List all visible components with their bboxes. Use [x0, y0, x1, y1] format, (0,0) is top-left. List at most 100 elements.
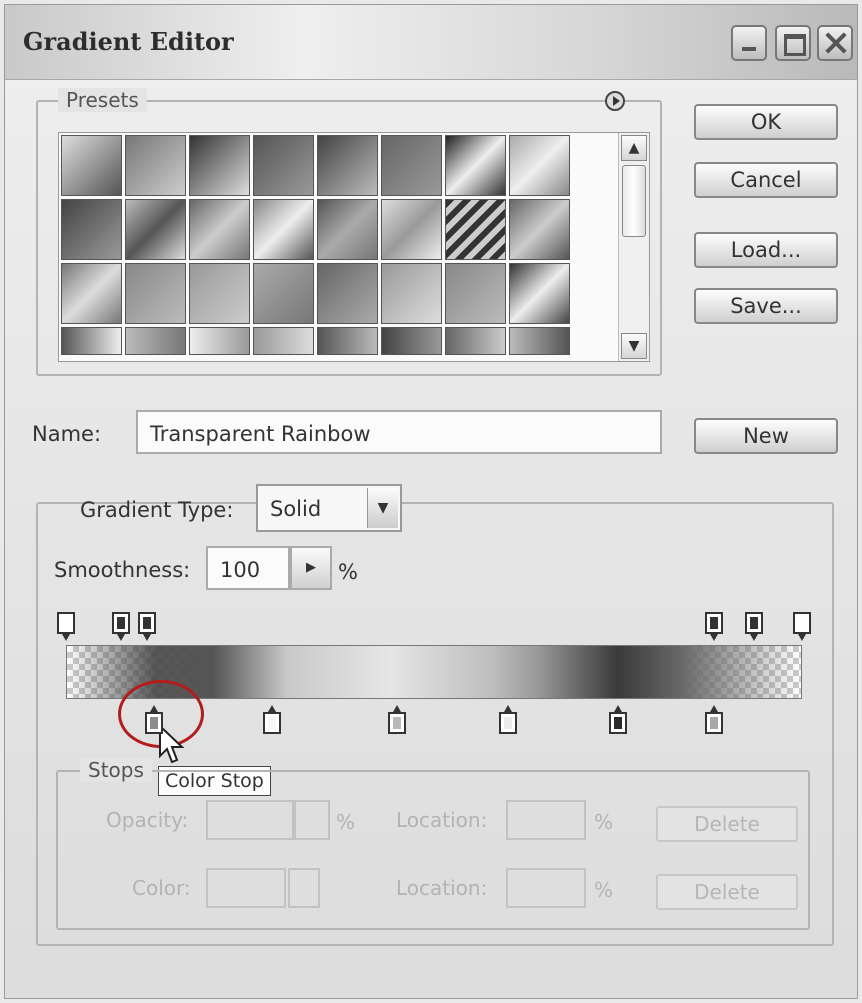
- preset-swatch[interactable]: [61, 263, 122, 324]
- preset-swatch[interactable]: [317, 135, 378, 196]
- stop-fill: [750, 617, 759, 629]
- gradient-type-value: Solid: [270, 497, 322, 521]
- scroll-up-icon[interactable]: ▲: [621, 135, 647, 161]
- delete-color-stop-button[interactable]: Delete: [656, 874, 798, 910]
- opacity-stop[interactable]: [137, 612, 156, 641]
- preset-swatch[interactable]: [381, 135, 442, 196]
- stop-fill: [142, 617, 151, 629]
- opacity-stop[interactable]: [704, 612, 723, 641]
- presets-menu-arrow-icon[interactable]: [605, 91, 625, 111]
- save-button[interactable]: Save...: [694, 288, 838, 324]
- preset-scrollbar[interactable]: ▲ ▼: [618, 133, 649, 361]
- preset-swatch-list: ▲ ▼: [58, 132, 650, 362]
- opacity-unit: %: [336, 810, 356, 834]
- preset-swatch[interactable]: [189, 327, 250, 355]
- stop-fill: [62, 617, 70, 629]
- color-stop[interactable]: [145, 705, 164, 734]
- preset-swatch[interactable]: [125, 263, 186, 324]
- preset-swatch[interactable]: [125, 135, 186, 196]
- color-location-input[interactable]: [506, 868, 586, 908]
- minimize-icon[interactable]: [731, 25, 767, 61]
- stop-fill: [709, 617, 718, 629]
- preset-swatch[interactable]: [381, 327, 442, 355]
- presets-group: Presets ▲ ▼: [36, 88, 662, 376]
- preset-swatch[interactable]: [445, 135, 506, 196]
- ok-button[interactable]: OK: [694, 104, 838, 140]
- opacity-label: Opacity:: [106, 808, 189, 832]
- preset-swatch[interactable]: [445, 199, 506, 260]
- presets-label: Presets: [58, 88, 147, 112]
- new-button[interactable]: New: [694, 418, 838, 454]
- name-label: Name:: [32, 422, 102, 446]
- color-swatch-field[interactable]: [206, 868, 286, 908]
- color-stop[interactable]: [388, 705, 407, 734]
- preset-swatch[interactable]: [445, 327, 506, 355]
- stop-fill: [614, 717, 622, 729]
- stop-fill: [117, 617, 126, 629]
- preset-swatch[interactable]: [317, 327, 378, 355]
- cancel-button[interactable]: Cancel: [694, 162, 838, 198]
- smoothness-unit: %: [338, 560, 358, 584]
- delete-opacity-stop-button[interactable]: Delete: [656, 806, 798, 842]
- preset-swatch[interactable]: [317, 263, 378, 324]
- preset-grid: [61, 135, 570, 361]
- preset-swatch[interactable]: [189, 199, 250, 260]
- opacity-stop[interactable]: [745, 612, 764, 641]
- color-stop[interactable]: [498, 705, 517, 734]
- preset-swatch[interactable]: [125, 327, 186, 355]
- name-input[interactable]: Transparent Rainbow: [136, 410, 662, 454]
- preset-swatch[interactable]: [445, 263, 506, 324]
- preset-swatch[interactable]: [61, 135, 122, 196]
- preset-swatch[interactable]: [381, 199, 442, 260]
- preset-swatch[interactable]: [125, 199, 186, 260]
- scroll-down-icon[interactable]: ▼: [621, 333, 647, 359]
- title-bar[interactable]: Gradient Editor: [5, 5, 857, 80]
- smoothness-label: Smoothness:: [54, 558, 191, 582]
- preset-swatch[interactable]: [509, 199, 570, 260]
- color-stop[interactable]: [263, 705, 282, 734]
- color-stop[interactable]: [609, 705, 627, 734]
- preset-swatch[interactable]: [509, 263, 570, 324]
- preset-swatch[interactable]: [253, 327, 314, 355]
- preset-swatch[interactable]: [189, 135, 250, 196]
- preset-swatch[interactable]: [509, 327, 570, 355]
- preset-swatch[interactable]: [381, 263, 442, 324]
- color-location-unit: %: [594, 878, 614, 902]
- load-button[interactable]: Load...: [694, 232, 838, 268]
- window-title: Gradient Editor: [23, 27, 234, 56]
- opacity-location-input[interactable]: [506, 800, 586, 840]
- opacity-stop[interactable]: [57, 612, 75, 641]
- maximize-icon[interactable]: [775, 25, 811, 61]
- smoothness-input[interactable]: 100: [206, 546, 290, 590]
- opacity-stop[interactable]: [793, 612, 811, 641]
- color-location-label: Location:: [396, 876, 488, 900]
- preset-swatch[interactable]: [253, 199, 314, 260]
- scroll-thumb[interactable]: [622, 165, 646, 237]
- color-stop[interactable]: [704, 705, 723, 734]
- opacity-stop[interactable]: [112, 612, 131, 641]
- stop-fill: [503, 717, 512, 729]
- opacity-location-unit: %: [594, 810, 614, 834]
- chevron-down-icon[interactable]: ▼: [367, 488, 398, 528]
- opacity-arrow-icon[interactable]: [294, 800, 330, 840]
- preset-swatch[interactable]: [189, 263, 250, 324]
- close-icon[interactable]: [817, 25, 853, 61]
- preset-swatch[interactable]: [61, 327, 122, 355]
- preset-swatch[interactable]: [253, 263, 314, 324]
- stop-fill: [393, 717, 402, 729]
- color-label: Color:: [132, 876, 191, 900]
- stop-fill: [709, 717, 718, 729]
- preset-swatch[interactable]: [317, 199, 378, 260]
- opacity-input[interactable]: [206, 800, 294, 840]
- stop-fill: [268, 717, 277, 729]
- stop-fill: [150, 717, 159, 729]
- gradient-type-select[interactable]: Solid ▼: [256, 484, 402, 532]
- smoothness-arrow-icon[interactable]: ▶: [290, 546, 332, 590]
- preset-swatch[interactable]: [253, 135, 314, 196]
- stops-label: Stops: [80, 758, 152, 782]
- preset-swatch[interactable]: [509, 135, 570, 196]
- preset-swatch[interactable]: [61, 199, 122, 260]
- stop-fill: [798, 617, 806, 629]
- gradient-type-label: Gradient Type:: [80, 498, 234, 522]
- color-arrow-icon[interactable]: [288, 868, 320, 908]
